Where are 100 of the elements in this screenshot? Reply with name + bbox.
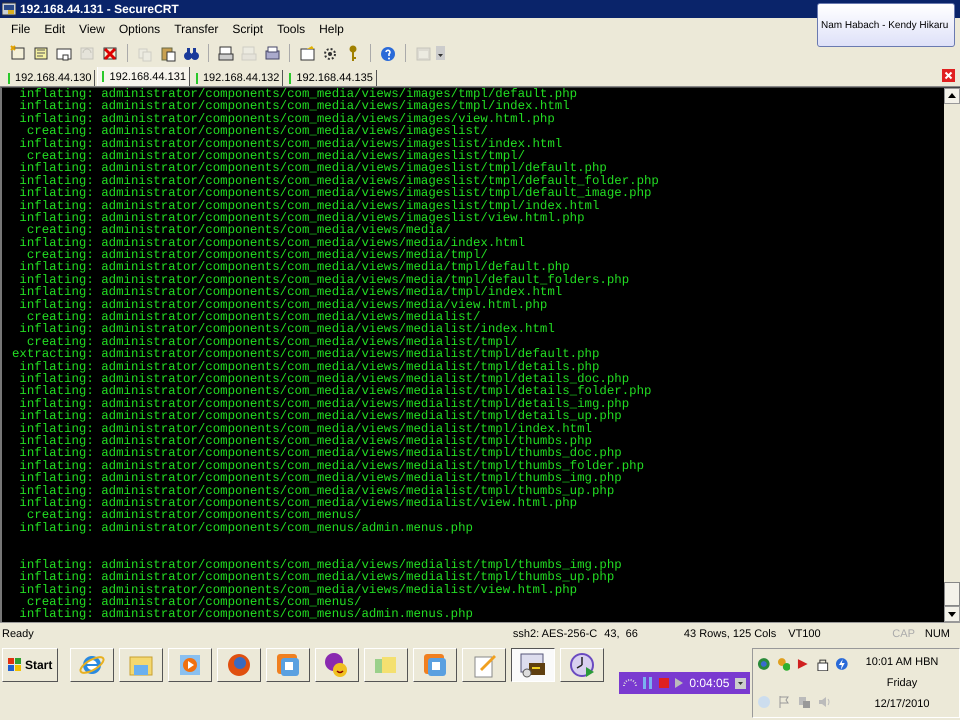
menu-item[interactable]: Tools — [270, 22, 312, 36]
terminal-text: administrator/components/com_media/views/media/tmpl/ — [101, 249, 488, 262]
terminal-text: administrator/components/com_media/views/medialist/tmpl/details.php — [101, 360, 600, 373]
terminal-text: inflating: — [18, 484, 94, 497]
terminal-text: inflating: — [18, 162, 94, 175]
terminal-text: creating: — [26, 596, 94, 608]
terminal-text: administrator/components/com_media/views/medialist/tmpl/thumbs_doc.php — [101, 447, 622, 460]
terminal-text: administrator/components/com_media/views/medialist/tmpl/default.php — [101, 348, 600, 361]
terminal-text: creating: — [26, 224, 94, 237]
terminal-text: inflating: — [18, 298, 94, 312]
cipher-info: ssh2: AES-256-C — [512, 628, 598, 640]
tooltip: Nam Habach - Kendy Hikaru — [817, 3, 955, 47]
lightning-icon[interactable] — [835, 656, 849, 671]
terminal-text: inflating: — [18, 100, 94, 113]
terminal-text: inflating: — [18, 200, 94, 212]
new-session-icon[interactable] — [9, 44, 27, 62]
close-icon[interactable] — [942, 69, 955, 82]
menu-item[interactable]: Transfer — [167, 22, 226, 36]
terminal-text: administrator/components/com_media/views/medialist/tmpl/details_doc.php — [101, 372, 630, 386]
terminal-text: administrator/components/com_media/views/medialist/tmpl/details_up.php — [101, 410, 622, 423]
scrollbar-thumb[interactable] — [944, 582, 960, 606]
terminal-text: administrator/components/com_media/views/media/index.html — [101, 236, 526, 250]
terminal-text: inflating: — [18, 447, 94, 460]
terminal-text: administrator/components/com_media/views/medialist/tmpl/thumbs_folder.php — [101, 460, 644, 472]
key-indicator: CAP — [892, 628, 915, 640]
clock-time: 10:01 AM HBN — [866, 656, 938, 668]
terminal-text: inflating: — [18, 385, 94, 398]
clock-date: 12/17/2010 — [874, 698, 930, 710]
terminal-app-icon — [519, 651, 548, 679]
cursor-position: 43, 66 — [604, 628, 639, 640]
dial-icon — [623, 679, 638, 687]
terminal-text: administrator/components/com_media/views/imageslist/tmpl/default_folder.php — [101, 174, 659, 188]
terminal-text: administrator/components/com_menus/admin.menus.php — [101, 522, 473, 534]
help-icon[interactable] — [379, 44, 397, 62]
terminal-text: inflating: — [18, 460, 94, 472]
start-button[interactable]: Start — [2, 648, 58, 682]
terminal-size: 43 Rows, 125 Cols — [684, 628, 776, 640]
terminal-text: inflating: — [18, 187, 94, 200]
terminal-text: administrator/components/com_media/views/medialist/tmpl/thumbs.php — [101, 434, 592, 448]
terminal-text: inflating: — [19, 360, 94, 373]
terminal-text: administrator/components/com_media/views/medialist/index.html — [101, 323, 555, 336]
app-icon — [2, 2, 16, 16]
terminal-text: inflating: — [18, 212, 94, 224]
session-options-icon[interactable] — [298, 44, 316, 62]
terminal-text: administrator/components/com_media/views/medialist/tmpl/index.html — [101, 422, 592, 435]
print-icon[interactable] — [217, 44, 235, 62]
terminal-text: inflating: — [18, 261, 94, 274]
terminal-text: administrator/components/com_media/views/medialist/tmpl/ — [101, 336, 518, 348]
printer-setup-icon[interactable] — [263, 44, 281, 62]
terminal-text: administrator/components/com_media/views/media/tmpl/index.html — [101, 286, 562, 299]
terminal-text: administrator/components/com_menus/ — [101, 596, 362, 608]
terminal-text: inflating: — [18, 522, 94, 534]
pause-icon[interactable] — [643, 677, 654, 689]
terminal-text: creating: — [26, 509, 94, 522]
terminal-text: inflating: — [18, 496, 94, 510]
menu-item[interactable]: Edit — [37, 22, 72, 36]
terminal-text: inflating: — [18, 323, 94, 336]
terminal-text: administrator/components/com_media/views/medialist/tmpl/details_img.php — [101, 398, 630, 410]
windows-logo-icon — [8, 658, 22, 672]
session-tab[interactable]: 192.168.44.131 — [97, 67, 190, 86]
terminal-text: administrator/components/com_media/views/imageslist/index.html — [101, 138, 562, 150]
terminal-text: creating: — [26, 150, 94, 162]
terminal-text: administrator/components/com_media/views/images/tmpl/index.html — [101, 100, 570, 113]
terminal-text: administrator/components/com_media/views/imageslist/tmpl/default.php — [101, 162, 607, 175]
terminal-text: creating: — [26, 336, 94, 348]
terminal-text: administrator/components/com_media/views/media/ — [101, 224, 451, 237]
terminal-text: administrator/components/com_media/views/imageslist/tmpl/ — [101, 150, 526, 162]
terminal-text: inflating: — [18, 174, 94, 188]
scroll-up-icon[interactable] — [944, 88, 960, 104]
globe-icon[interactable] — [757, 656, 771, 671]
session-tab[interactable]: 192.168.44.130 — [4, 70, 96, 86]
dropdown-icon[interactable] — [735, 678, 746, 688]
scroll-down-icon[interactable] — [944, 606, 960, 622]
clock-day: Friday — [886, 676, 918, 689]
menu-item[interactable]: View — [72, 22, 112, 36]
session-tab[interactable]: 192.168.44.132 — [192, 70, 284, 86]
terminal-text: administrator/components/com_media/views/images/view.html.php — [101, 112, 555, 126]
terminal-text: creating: — [26, 249, 94, 262]
terminal-text: administrator/components/com_media/views/medialist/tmpl/details_folder.php — [101, 385, 652, 398]
menu-item[interactable]: File — [4, 22, 38, 36]
terminal-text: inflating: — [18, 372, 94, 386]
play-icon[interactable] — [675, 678, 684, 688]
taskbar-button[interactable] — [511, 648, 556, 682]
recording-time: 0:04:05 — [689, 676, 730, 690]
menu-item[interactable]: Help — [312, 22, 351, 36]
terminal-text: creating: — [26, 125, 94, 138]
terminal-text: inflating: — [18, 558, 94, 572]
window-title: 192.168.44.131 - SecureCRT — [20, 2, 179, 16]
terminal-text: administrator/components/com_media/views/media/tmpl/default.php — [101, 261, 570, 274]
menu-item[interactable]: Options — [112, 22, 168, 36]
lock-icon[interactable] — [816, 656, 830, 671]
terminal-text: administrator/components/com_media/views/medialist/tmpl/thumbs_up.php — [101, 484, 614, 497]
terminal-text: administrator/components/com_media/views/media/view.html.php — [101, 298, 548, 312]
terminal-text: inflating: — [18, 236, 94, 250]
menu-item[interactable]: Script — [225, 22, 270, 36]
dropdown-icon[interactable] — [436, 46, 445, 60]
terminal-text: administrator/components/com_media/views/medialist/tmpl/thumbs_img.php — [101, 472, 622, 484]
session-tab[interactable]: 192.168.44.135 — [285, 70, 377, 86]
key-indicator: NUM — [924, 628, 950, 640]
terminal-text: inflating: — [18, 608, 94, 621]
